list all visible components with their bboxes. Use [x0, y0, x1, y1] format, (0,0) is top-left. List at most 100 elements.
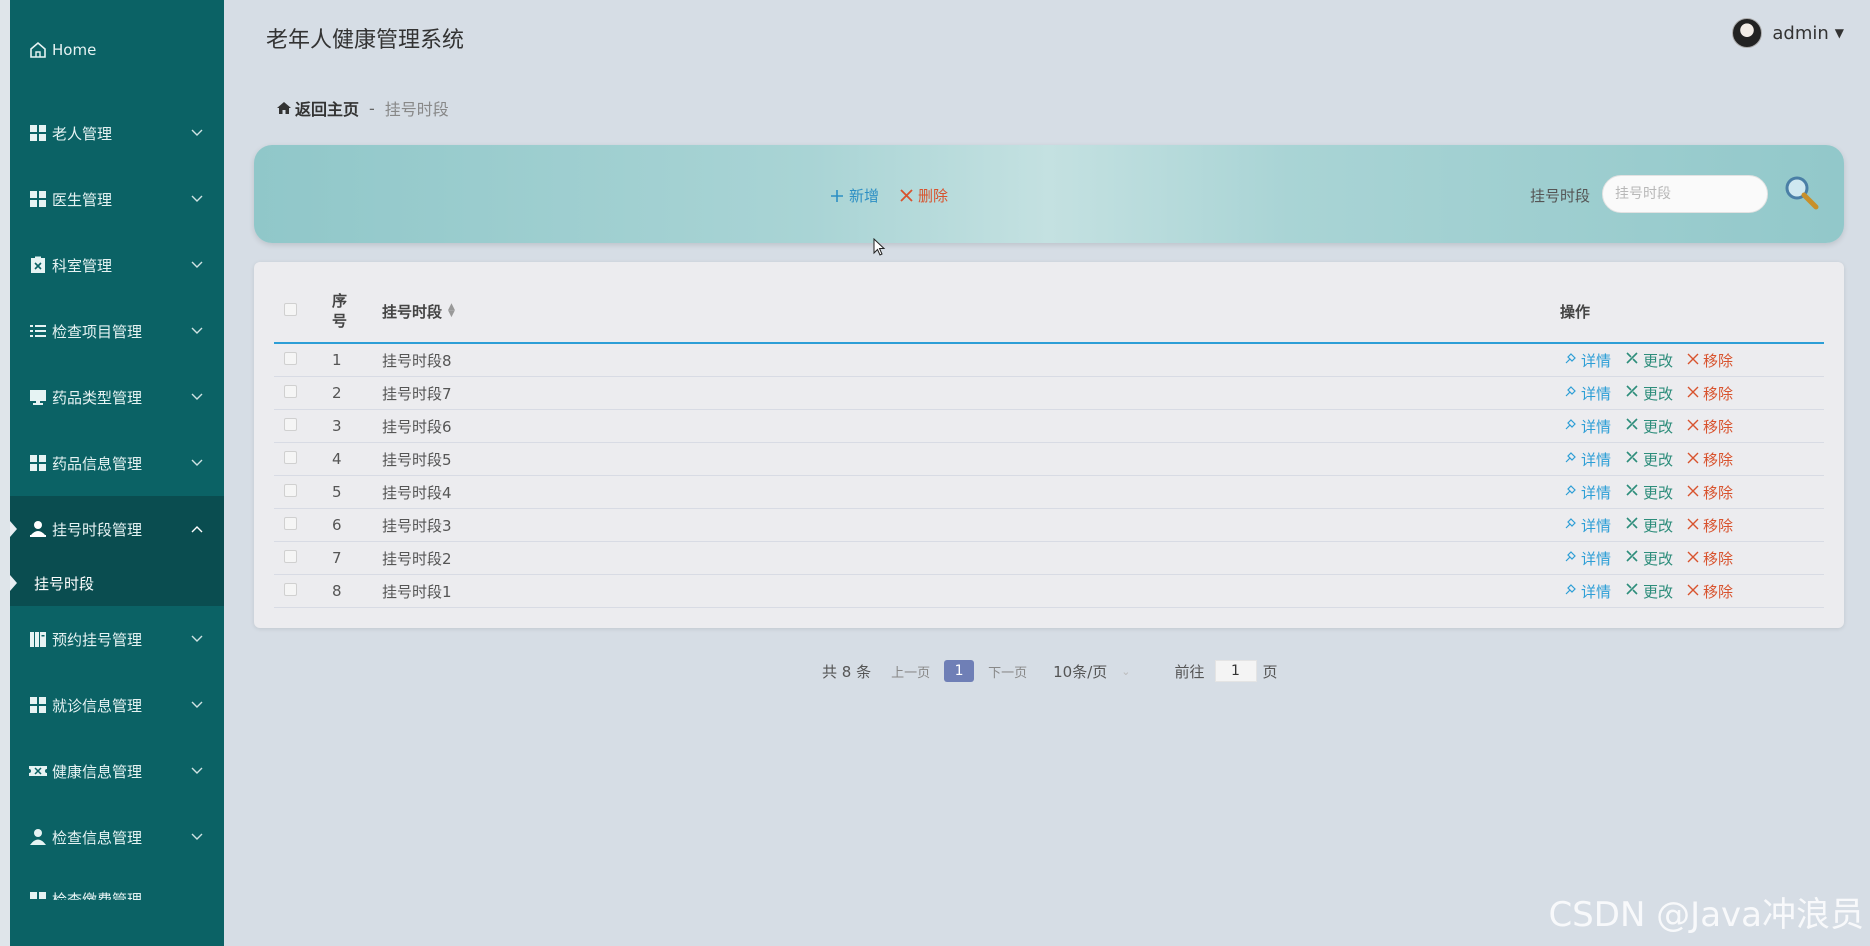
row-checkbox[interactable]	[284, 351, 297, 369]
sidebar-item-11[interactable]: 检查信息管理	[10, 804, 224, 870]
remove-button[interactable]: 移除	[1687, 350, 1733, 371]
detail-icon	[1564, 351, 1581, 369]
remove-label: 移除	[1703, 351, 1734, 370]
edit-label: 更改	[1643, 549, 1674, 568]
sidebar-item-3[interactable]: 科室管理	[10, 232, 224, 298]
row-actions: 详情 更改 移除	[1564, 383, 1747, 404]
detail-label: 详情	[1581, 351, 1612, 370]
prev-page-button[interactable]: 上一页	[891, 662, 930, 681]
sidebar-item-8[interactable]: 预约挂号管理	[10, 606, 224, 672]
wrench-icon	[1625, 483, 1643, 501]
breadcrumb-home[interactable]: 返回主页	[276, 96, 359, 120]
row-checkbox[interactable]	[284, 483, 297, 501]
search-button[interactable]	[1782, 173, 1822, 213]
edit-button[interactable]: 更改	[1625, 482, 1673, 503]
remove-button[interactable]: 移除	[1687, 581, 1733, 602]
home-icon	[277, 102, 291, 114]
add-button-label: 新增	[849, 187, 880, 205]
remove-button[interactable]: 移除	[1687, 482, 1733, 503]
remove-label: 移除	[1703, 549, 1734, 568]
delete-button[interactable]: 删除	[900, 185, 948, 206]
detail-button[interactable]: 详情	[1564, 548, 1611, 569]
goto-page-input[interactable]	[1214, 660, 1257, 682]
edit-button[interactable]: 更改	[1625, 515, 1673, 536]
sidebar-item-10[interactable]: 健康信息管理	[10, 738, 224, 804]
sort-icon[interactable]: ▲ ▼	[448, 303, 455, 319]
detail-icon	[1564, 516, 1581, 534]
header-name[interactable]: 挂号时段 ▲ ▼	[382, 301, 455, 322]
edit-button[interactable]: 更改	[1625, 383, 1673, 404]
detail-icon	[1564, 483, 1581, 501]
table-row: 1 挂号时段8 详情 更改 移除	[274, 344, 1824, 377]
sidebar-item-1[interactable]: 老人管理	[10, 100, 224, 166]
chevron-down-icon	[190, 764, 204, 778]
page-size-select[interactable]: 10条/页 ⌄	[1053, 661, 1130, 682]
sidebar-item-12[interactable]: 检查缴费管理	[10, 870, 224, 900]
search-input[interactable]	[1602, 175, 1768, 213]
edit-button[interactable]: 更改	[1625, 581, 1673, 602]
row-checkbox[interactable]	[284, 549, 297, 567]
select-all-checkbox[interactable]	[284, 302, 297, 320]
sidebar-item-7[interactable]: 挂号时段管理	[10, 496, 224, 562]
goto-page: 前往 页	[1175, 660, 1278, 682]
row-no: 7	[332, 549, 342, 567]
chevron-down-icon	[190, 698, 204, 712]
add-button[interactable]: 新增	[830, 185, 879, 206]
sidebar-item-label: 预约挂号管理	[52, 630, 143, 649]
row-name: 挂号时段1	[382, 582, 452, 601]
remove-button[interactable]: 移除	[1687, 449, 1733, 470]
next-page-button[interactable]: 下一页	[988, 662, 1027, 681]
detail-button[interactable]: 详情	[1564, 383, 1611, 404]
table-row: 5 挂号时段4 详情 更改 移除	[274, 476, 1824, 509]
sidebar-item-5[interactable]: 药品类型管理	[10, 364, 224, 430]
remove-button[interactable]: 移除	[1687, 416, 1733, 437]
detail-button[interactable]: 详情	[1564, 515, 1611, 536]
sidebar-item-label: Home	[52, 41, 97, 59]
table-row: 4 挂号时段5 详情 更改 移除	[274, 443, 1824, 476]
sidebar-item-4[interactable]: 检查项目管理	[10, 298, 224, 364]
edit-button[interactable]: 更改	[1625, 548, 1673, 569]
close-icon	[1687, 450, 1703, 468]
edit-button[interactable]: 更改	[1625, 449, 1673, 470]
sidebar-item-label: 健康信息管理	[52, 762, 143, 781]
detail-icon	[1564, 549, 1581, 567]
remove-button[interactable]: 移除	[1687, 383, 1733, 404]
row-actions: 详情 更改 移除	[1564, 581, 1747, 602]
edit-label: 更改	[1643, 516, 1674, 535]
sidebar-item-label: 检查项目管理	[52, 322, 143, 341]
sidebar-item-label: 就诊信息管理	[52, 696, 143, 715]
remove-button[interactable]: 移除	[1687, 515, 1733, 536]
edit-button[interactable]: 更改	[1625, 350, 1673, 371]
row-checkbox[interactable]	[284, 516, 297, 534]
sidebar-item-2[interactable]: 医生管理	[10, 166, 224, 232]
page-suffix: 页	[1262, 662, 1278, 681]
row-checkbox[interactable]	[284, 384, 297, 402]
row-actions: 详情 更改 移除	[1564, 416, 1747, 437]
sidebar-item-6[interactable]: 药品信息管理	[10, 430, 224, 496]
row-checkbox[interactable]	[284, 582, 297, 600]
detail-label: 详情	[1581, 582, 1612, 601]
page-number-current[interactable]: 1	[944, 660, 975, 682]
edit-button[interactable]: 更改	[1625, 416, 1673, 437]
sidebar-item-9[interactable]: 就诊信息管理	[10, 672, 224, 738]
detail-button[interactable]: 详情	[1564, 482, 1611, 503]
row-checkbox[interactable]	[284, 450, 297, 468]
goto-label: 前往	[1174, 662, 1205, 681]
book-icon	[28, 629, 48, 649]
detail-button[interactable]: 详情	[1564, 449, 1611, 470]
detail-button[interactable]: 详情	[1564, 581, 1611, 602]
remove-label: 移除	[1703, 483, 1734, 502]
row-checkbox[interactable]	[284, 417, 297, 435]
user-menu[interactable]: admin ▼	[1732, 18, 1844, 48]
remove-button[interactable]: 移除	[1687, 548, 1733, 569]
row-no: 1	[332, 351, 342, 369]
sidebar-item-label: 药品信息管理	[52, 454, 143, 473]
chevron-down-icon: ⌄	[1121, 664, 1131, 678]
detail-button[interactable]: 详情	[1564, 416, 1611, 437]
clipboard-x-icon	[28, 255, 48, 275]
detail-button[interactable]: 详情	[1564, 350, 1611, 371]
sidebar-subitem-active[interactable]: 挂号时段	[10, 562, 224, 606]
sidebar-item-home[interactable]: Home	[10, 0, 224, 100]
watermark: CSDN @Java冲浪员	[1548, 895, 1864, 935]
caret-down-icon: ▼	[1834, 26, 1844, 40]
